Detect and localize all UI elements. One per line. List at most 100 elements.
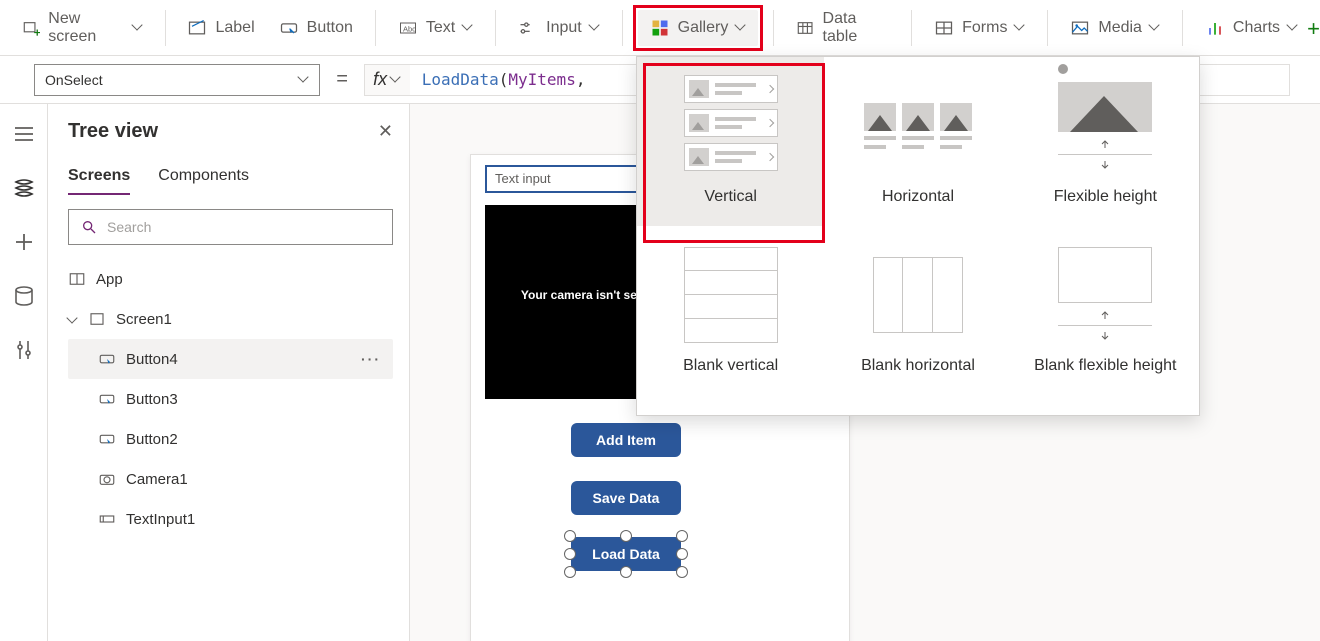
button-insert[interactable]: Button <box>267 10 365 46</box>
chevron-down-icon <box>590 23 600 33</box>
ribbon-separator <box>1182 10 1183 46</box>
resize-handle[interactable] <box>620 566 632 578</box>
arrow-down-icon <box>1099 159 1111 171</box>
tree-node-button3[interactable]: Button3 <box>68 379 393 419</box>
chevron-down-icon <box>1015 23 1025 33</box>
text-button[interactable]: Abc Text <box>386 10 485 46</box>
button-icon <box>98 430 116 448</box>
tree-node-button2[interactable]: Button2 <box>68 419 393 459</box>
horizontal-gallery-thumb <box>858 71 978 181</box>
button-icon <box>98 390 116 408</box>
resize-handle[interactable] <box>676 530 688 542</box>
hamburger-icon[interactable] <box>12 122 36 146</box>
gallery-label: Gallery <box>678 19 729 37</box>
tree-search-input[interactable]: Search <box>68 209 393 245</box>
forms-button[interactable]: Forms <box>922 10 1037 46</box>
gallery-icon <box>650 18 670 38</box>
label-button[interactable]: Label <box>175 10 266 46</box>
tree-node-textinput1[interactable]: TextInput1 <box>68 499 393 539</box>
save-data-button[interactable]: Save Data <box>571 481 681 515</box>
ribbon-separator <box>1047 10 1048 46</box>
gallery-option-blank-vertical[interactable]: Blank vertical <box>637 226 824 395</box>
resize-handle[interactable] <box>620 530 632 542</box>
forms-label: Forms <box>962 19 1007 37</box>
resize-handle[interactable] <box>676 566 688 578</box>
gallery-button[interactable]: Gallery <box>638 10 759 46</box>
chevron-down-icon[interactable] <box>68 314 78 324</box>
chevron-down-icon <box>1150 23 1160 33</box>
chevron-down-icon <box>133 23 142 33</box>
tools-icon[interactable] <box>12 338 36 362</box>
ribbon-separator <box>375 10 376 46</box>
insert-ribbon: New screen Label Button Abc Text Input <box>0 0 1320 56</box>
tree-node-camera1[interactable]: Camera1 <box>68 459 393 499</box>
resize-handle[interactable] <box>564 566 576 578</box>
gallery-option-blank-horizontal[interactable]: Blank horizontal <box>824 226 1011 395</box>
input-button[interactable]: Input <box>506 10 612 46</box>
app-icon <box>68 270 86 288</box>
media-label: Media <box>1098 19 1142 37</box>
charts-label: Charts <box>1233 19 1280 37</box>
flexible-gallery-thumb <box>1045 71 1165 181</box>
gallery-option-vertical[interactable]: Vertical <box>637 57 824 226</box>
tree-node-screen1[interactable]: Screen1 <box>68 299 393 339</box>
formula-function: LoadData <box>422 70 499 89</box>
text-label: Text <box>426 19 455 37</box>
resize-handle[interactable] <box>564 530 576 542</box>
svg-text:Abc: Abc <box>403 24 416 33</box>
gallery-option-blank-flexible-height[interactable]: Blank flexible height <box>1012 226 1199 395</box>
label-icon <box>187 18 207 38</box>
ribbon-separator <box>773 10 774 46</box>
property-name: OnSelect <box>45 72 103 88</box>
resize-handle[interactable] <box>564 548 576 560</box>
new-screen-icon <box>22 18 40 38</box>
tree-node-button4[interactable]: Button4 ··· <box>68 339 393 379</box>
text-input-icon <box>98 510 116 528</box>
fx-icon[interactable]: fx <box>364 64 410 96</box>
chevron-down-icon <box>736 23 746 33</box>
tab-screens[interactable]: Screens <box>68 167 130 195</box>
forms-icon <box>934 18 954 38</box>
gallery-option-horizontal[interactable]: Horizontal <box>824 57 1011 226</box>
tab-components[interactable]: Components <box>158 167 249 195</box>
button-label: Button <box>307 19 353 37</box>
formula-arg: MyItems <box>508 70 575 89</box>
more-icon[interactable]: ··· <box>361 351 381 367</box>
left-rail <box>0 104 48 641</box>
media-button[interactable]: Media <box>1058 10 1172 46</box>
chevron-down-icon <box>463 23 473 33</box>
insert-icon[interactable] <box>12 230 36 254</box>
resize-handle[interactable] <box>676 548 688 560</box>
blank-vertical-thumb <box>671 240 791 350</box>
plus-icon[interactable]: + <box>1307 16 1320 42</box>
charts-button[interactable]: Charts <box>1193 10 1310 46</box>
new-screen-button[interactable]: New screen <box>10 2 155 54</box>
tree-view-icon[interactable] <box>12 176 36 200</box>
chevron-down-icon <box>391 75 401 85</box>
ribbon-separator <box>622 10 623 46</box>
data-table-button[interactable]: Data table <box>784 2 901 54</box>
button-icon <box>279 18 299 38</box>
chevron-down-icon <box>299 75 309 85</box>
new-screen-label: New screen <box>48 10 125 46</box>
ribbon-separator <box>165 10 166 46</box>
property-selector[interactable]: OnSelect <box>34 64 320 96</box>
tree-view-title: Tree view <box>68 120 158 143</box>
charts-icon <box>1205 18 1225 38</box>
gallery-option-flexible-height[interactable]: Flexible height <box>1012 57 1199 226</box>
text-icon: Abc <box>398 18 418 38</box>
close-icon[interactable]: ✕ <box>378 121 393 142</box>
chevron-down-icon <box>1288 23 1298 33</box>
vertical-gallery-thumb <box>671 71 791 181</box>
add-item-button[interactable]: Add Item <box>571 423 681 457</box>
search-icon <box>81 219 97 235</box>
data-icon[interactable] <box>12 284 36 308</box>
equals-sign: = <box>334 68 350 91</box>
screen-icon <box>88 310 106 328</box>
gallery-dropdown-menu: Vertical Horizontal <box>636 56 1200 416</box>
ribbon-separator <box>495 10 496 46</box>
arrow-up-icon <box>1099 309 1111 321</box>
blank-flexible-thumb <box>1045 240 1165 350</box>
label-label: Label <box>215 19 254 37</box>
tree-node-app[interactable]: App <box>68 259 393 299</box>
